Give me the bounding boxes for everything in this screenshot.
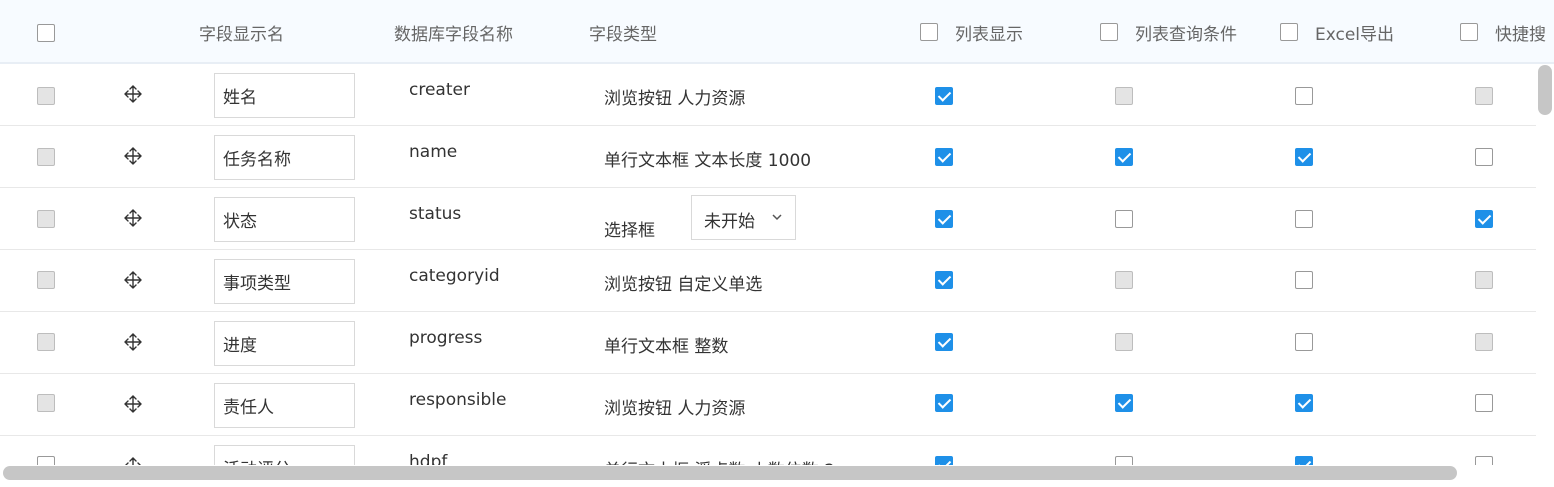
horizontal-scrollbar-thumb[interactable] <box>3 466 1457 480</box>
list-query-all-checkbox[interactable] <box>1100 23 1118 41</box>
header-db-field-name: 数据库字段名称 <box>394 24 513 45</box>
list-display-all-checkbox[interactable] <box>920 23 938 41</box>
list-display-checkbox[interactable] <box>935 394 953 412</box>
list-display-checkbox[interactable] <box>935 456 953 465</box>
table-body: creater 浏览按钮 人力资源 name 单行文本框 文本长度 1000 s… <box>0 64 1536 465</box>
move-arrows-icon[interactable] <box>123 456 143 465</box>
header-list-display: 列表显示 <box>920 0 1023 64</box>
excel-export-checkbox[interactable] <box>1295 456 1313 465</box>
table-row: name 单行文本框 文本长度 1000 <box>0 126 1536 188</box>
excel-export-checkbox[interactable] <box>1295 87 1313 105</box>
header-quick: 快捷搜 <box>1460 0 1546 64</box>
header-quick-label: 快捷搜 <box>1495 24 1546 45</box>
row-select-checkbox[interactable] <box>37 210 55 228</box>
status-select[interactable]: 未开始 <box>691 195 796 240</box>
display-name-input[interactable] <box>214 135 355 180</box>
header-list-query: 列表查询条件 <box>1100 0 1237 64</box>
row-select-checkbox[interactable] <box>37 271 55 289</box>
excel-export-all-checkbox[interactable] <box>1280 23 1298 41</box>
field-type: 单行文本框 整数 <box>604 337 729 357</box>
move-arrows-icon[interactable] <box>123 270 143 290</box>
list-query-checkbox[interactable] <box>1115 148 1133 166</box>
header-display-name: 字段显示名 <box>199 24 284 45</box>
chevron-down-icon <box>772 214 782 221</box>
db-field-name: name <box>409 142 458 162</box>
list-query-checkbox[interactable] <box>1115 456 1133 465</box>
display-name-input[interactable] <box>214 321 355 366</box>
row-select-checkbox[interactable] <box>37 87 55 105</box>
list-display-checkbox[interactable] <box>935 333 953 351</box>
table-row: status 选择框 未开始 <box>0 188 1536 250</box>
list-query-checkbox[interactable] <box>1115 394 1133 412</box>
db-field-name: progress <box>409 328 483 348</box>
vertical-scrollbar-thumb[interactable] <box>1538 65 1552 115</box>
row-select-checkbox[interactable] <box>37 394 55 412</box>
header-list-display-label: 列表显示 <box>955 24 1023 45</box>
display-name-input[interactable] <box>214 197 355 242</box>
header-field-type: 字段类型 <box>589 24 657 45</box>
quick-checkbox[interactable] <box>1475 394 1493 412</box>
list-display-checkbox[interactable] <box>935 148 953 166</box>
db-field-name: categoryid <box>409 266 500 286</box>
move-arrows-icon[interactable] <box>123 84 143 104</box>
list-display-checkbox[interactable] <box>935 210 953 228</box>
field-type: 单行文本框 浮点数 小数位数 2 <box>604 456 835 465</box>
db-field-name: responsible <box>409 390 507 410</box>
table-row: responsible 浏览按钮 人力资源 <box>0 374 1536 436</box>
list-display-checkbox[interactable] <box>935 271 953 289</box>
db-field-name: status <box>409 204 462 224</box>
quick-checkbox[interactable] <box>1475 456 1493 465</box>
table-row: categoryid 浏览按钮 自定义单选 <box>0 250 1536 312</box>
table-row: hdpf 单行文本框 浮点数 小数位数 2 <box>0 436 1536 465</box>
field-type: 单行文本框 文本长度 1000 <box>604 151 812 171</box>
excel-export-checkbox[interactable] <box>1295 333 1313 351</box>
status-select-value: 未开始 <box>704 212 755 232</box>
excel-export-checkbox[interactable] <box>1295 271 1313 289</box>
list-query-checkbox[interactable] <box>1115 271 1133 289</box>
field-type: 浏览按钮 自定义单选 <box>604 275 763 295</box>
quick-checkbox[interactable] <box>1475 271 1493 289</box>
list-query-checkbox[interactable] <box>1115 87 1133 105</box>
display-name-input[interactable] <box>214 73 355 118</box>
row-select-checkbox[interactable] <box>37 148 55 166</box>
table-row: creater 浏览按钮 人力资源 <box>0 64 1536 126</box>
header-excel-export: Excel导出 <box>1280 0 1394 64</box>
move-arrows-icon[interactable] <box>123 332 143 352</box>
move-arrows-icon[interactable] <box>123 208 143 228</box>
move-arrows-icon[interactable] <box>123 146 143 166</box>
header-excel-export-label: Excel导出 <box>1315 24 1395 45</box>
quick-checkbox[interactable] <box>1475 210 1493 228</box>
header-list-query-label: 列表查询条件 <box>1135 24 1237 45</box>
list-query-checkbox[interactable] <box>1115 333 1133 351</box>
table-header: 字段显示名 数据库字段名称 字段类型 列表显示 列表查询条件 Excel导出 快… <box>0 0 1554 64</box>
excel-export-checkbox[interactable] <box>1295 394 1313 412</box>
table-row: progress 单行文本框 整数 <box>0 312 1536 374</box>
db-field-name: creater <box>409 80 470 100</box>
select-all-checkbox[interactable] <box>37 24 55 42</box>
display-name-input[interactable] <box>214 259 355 304</box>
field-type: 浏览按钮 人力资源 <box>604 399 746 419</box>
quick-all-checkbox[interactable] <box>1460 23 1478 41</box>
display-name-input[interactable] <box>214 445 355 465</box>
list-display-checkbox[interactable] <box>935 87 953 105</box>
display-name-input[interactable] <box>214 383 355 428</box>
list-query-checkbox[interactable] <box>1115 210 1133 228</box>
field-type: 选择框 <box>604 221 655 241</box>
row-select-checkbox[interactable] <box>37 456 55 465</box>
db-field-name: hdpf <box>409 452 448 465</box>
row-select-checkbox[interactable] <box>37 333 55 351</box>
excel-export-checkbox[interactable] <box>1295 148 1313 166</box>
vertical-scrollbar-track[interactable] <box>1538 64 1552 465</box>
excel-export-checkbox[interactable] <box>1295 210 1313 228</box>
field-type: 浏览按钮 人力资源 <box>604 89 746 109</box>
quick-checkbox[interactable] <box>1475 148 1493 166</box>
quick-checkbox[interactable] <box>1475 333 1493 351</box>
move-arrows-icon[interactable] <box>123 394 143 414</box>
quick-checkbox[interactable] <box>1475 87 1493 105</box>
